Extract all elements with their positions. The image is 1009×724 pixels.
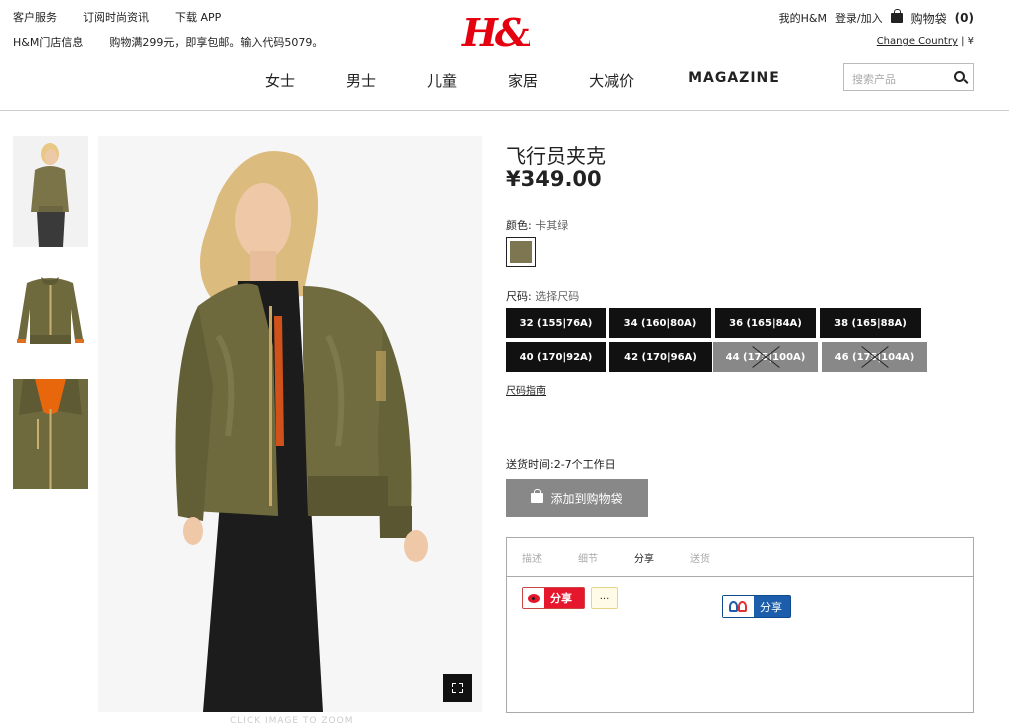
renren-icon: [723, 596, 754, 617]
more-share-button[interactable]: ...: [591, 587, 618, 609]
weibo-share-button[interactable]: 分享: [522, 587, 585, 609]
tab-description[interactable]: 描述: [522, 550, 542, 565]
product-title: 飞行员夹克: [506, 144, 606, 168]
add-to-bag-button[interactable]: 添加到购物袋: [506, 479, 648, 517]
size-38-button[interactable]: 38 (165|88A): [820, 308, 921, 338]
size-46-button-unavailable[interactable]: 46 (175|104A): [822, 342, 927, 372]
color-label-row: 颜色: 卡其绿: [506, 217, 568, 233]
color-label: 颜色:: [506, 219, 532, 232]
add-to-bag-label: 添加到购物袋: [550, 491, 623, 506]
nav-kids[interactable]: 儿童: [427, 70, 457, 91]
color-swatch-khaki[interactable]: [506, 237, 536, 267]
login-link[interactable]: 登录/加入: [835, 10, 883, 26]
download-app-link[interactable]: 下载 APP: [175, 12, 221, 24]
my-hm-link[interactable]: 我的H&M: [779, 10, 827, 26]
nav-sale[interactable]: 大减价: [589, 70, 634, 91]
nav-magazine[interactable]: MAGAZINE: [688, 70, 780, 91]
tab-details[interactable]: 细节: [578, 550, 598, 565]
shipping-promo-text: 购物满299元，即享包邮。输入代码5079。: [109, 36, 324, 49]
delivery-time: 送货时间:2-7个工作日: [506, 458, 616, 471]
size-42-button[interactable]: 42 (170|96A): [609, 342, 712, 372]
thumbnail-model[interactable]: [13, 136, 88, 247]
nav-women[interactable]: 女士: [265, 70, 295, 91]
tab-delivery[interactable]: 送货: [690, 550, 710, 565]
size-guide-link[interactable]: 尺码指南: [506, 382, 546, 397]
size-40-button[interactable]: 40 (170|92A): [506, 342, 606, 372]
size-label-row: 尺码: 选择尺码: [506, 288, 579, 304]
nav-home[interactable]: 家居: [508, 70, 538, 91]
thumbnail-detail[interactable]: [13, 379, 88, 489]
size-34-button[interactable]: 34 (160|80A): [609, 308, 711, 338]
currency-label: | ¥: [961, 36, 974, 47]
hm-logo[interactable]: H&M: [460, 10, 572, 55]
tab-bar: 描述 细节 分享 送货: [507, 538, 973, 577]
weibo-share-label: 分享: [550, 592, 572, 605]
weibo-icon: [523, 588, 544, 608]
swatch-fill: [510, 241, 532, 263]
renren-share-button[interactable]: 分享: [722, 595, 791, 618]
thumbnail-jacket[interactable]: [13, 259, 88, 355]
color-value: 卡其绿: [535, 219, 569, 232]
bag-label[interactable]: 购物袋: [911, 10, 947, 27]
size-36-button[interactable]: 36 (165|84A): [715, 308, 816, 338]
search-input[interactable]: 搜索产品: [843, 63, 974, 91]
search-placeholder: 搜索产品: [852, 73, 896, 86]
size-44-button-unavailable[interactable]: 44 (175|100A): [713, 342, 818, 372]
search-icon[interactable]: [954, 71, 965, 82]
main-nav: 女士 男士 儿童 家居 大减价 MAGAZINE: [265, 70, 831, 91]
customer-service-link[interactable]: 客户服务: [13, 12, 57, 24]
product-tabs: 描述 细节 分享 送货 分享 ... 分享: [506, 537, 974, 713]
product-main-image[interactable]: [98, 136, 482, 712]
fullscreen-icon[interactable]: [443, 674, 472, 702]
newsletter-link[interactable]: 订阅时尚资讯: [83, 12, 149, 24]
header-divider: [0, 110, 1009, 111]
shopping-bag-icon: [531, 489, 544, 503]
nav-men[interactable]: 男士: [346, 70, 376, 91]
size-value: 选择尺码: [535, 290, 580, 303]
bag-count: (0): [954, 11, 974, 25]
shopping-bag-icon[interactable]: [890, 9, 903, 23]
store-locator-link[interactable]: H&M门店信息: [13, 37, 83, 49]
click-to-zoom-hint: CLICK IMAGE TO ZOOM: [230, 716, 354, 724]
size-label: 尺码:: [506, 290, 532, 303]
renren-share-label: 分享: [760, 600, 782, 614]
size-32-button[interactable]: 32 (155|76A): [506, 308, 606, 338]
product-price: ¥349.00: [506, 167, 602, 191]
top-links: 客户服务 订阅时尚资讯 下载 APP H&M门店信息 购物满299元，即享包邮。…: [13, 12, 349, 49]
svg-text:H&M: H&M: [461, 10, 530, 54]
change-country-link[interactable]: Change Country: [877, 36, 958, 47]
account-area: 我的H&M 登录/加入 购物袋 (0) Change Country | ¥: [779, 9, 974, 47]
tab-share[interactable]: 分享: [634, 550, 654, 565]
